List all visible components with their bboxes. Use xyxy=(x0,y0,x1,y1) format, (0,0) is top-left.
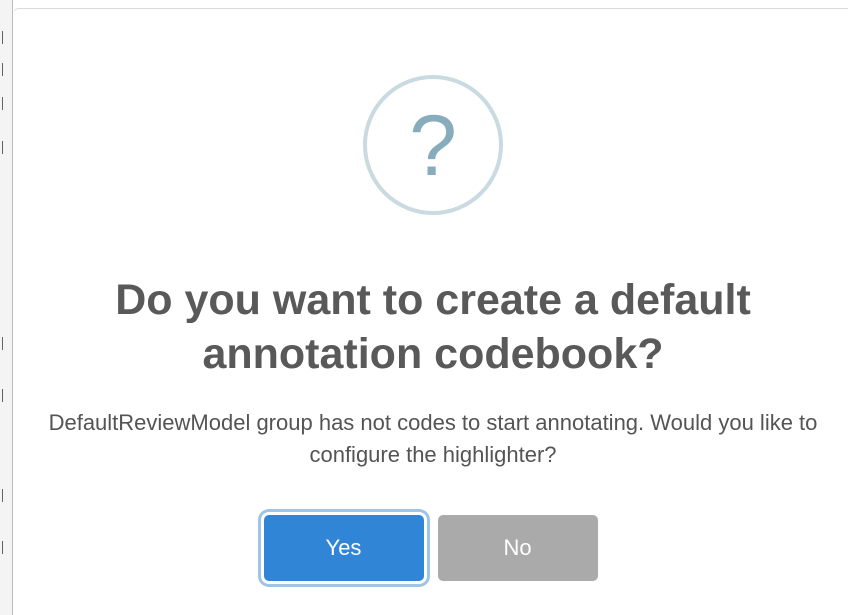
confirm-dialog: ? Do you want to create a default annota… xyxy=(13,8,848,615)
question-icon: ? xyxy=(363,75,503,215)
background-page-edge: | | | | | | | | xyxy=(0,0,13,615)
dialog-actions: Yes No xyxy=(13,515,848,581)
no-button[interactable]: No xyxy=(437,515,598,581)
question-mark-glyph: ? xyxy=(409,98,457,194)
page-background: | | | | | | | | ? Do you want to create … xyxy=(0,0,848,615)
dialog-title: Do you want to create a default annotati… xyxy=(115,276,751,378)
yes-button[interactable]: Yes xyxy=(263,515,424,581)
dialog-message: DefaultReviewModel group has not codes t… xyxy=(48,410,818,467)
